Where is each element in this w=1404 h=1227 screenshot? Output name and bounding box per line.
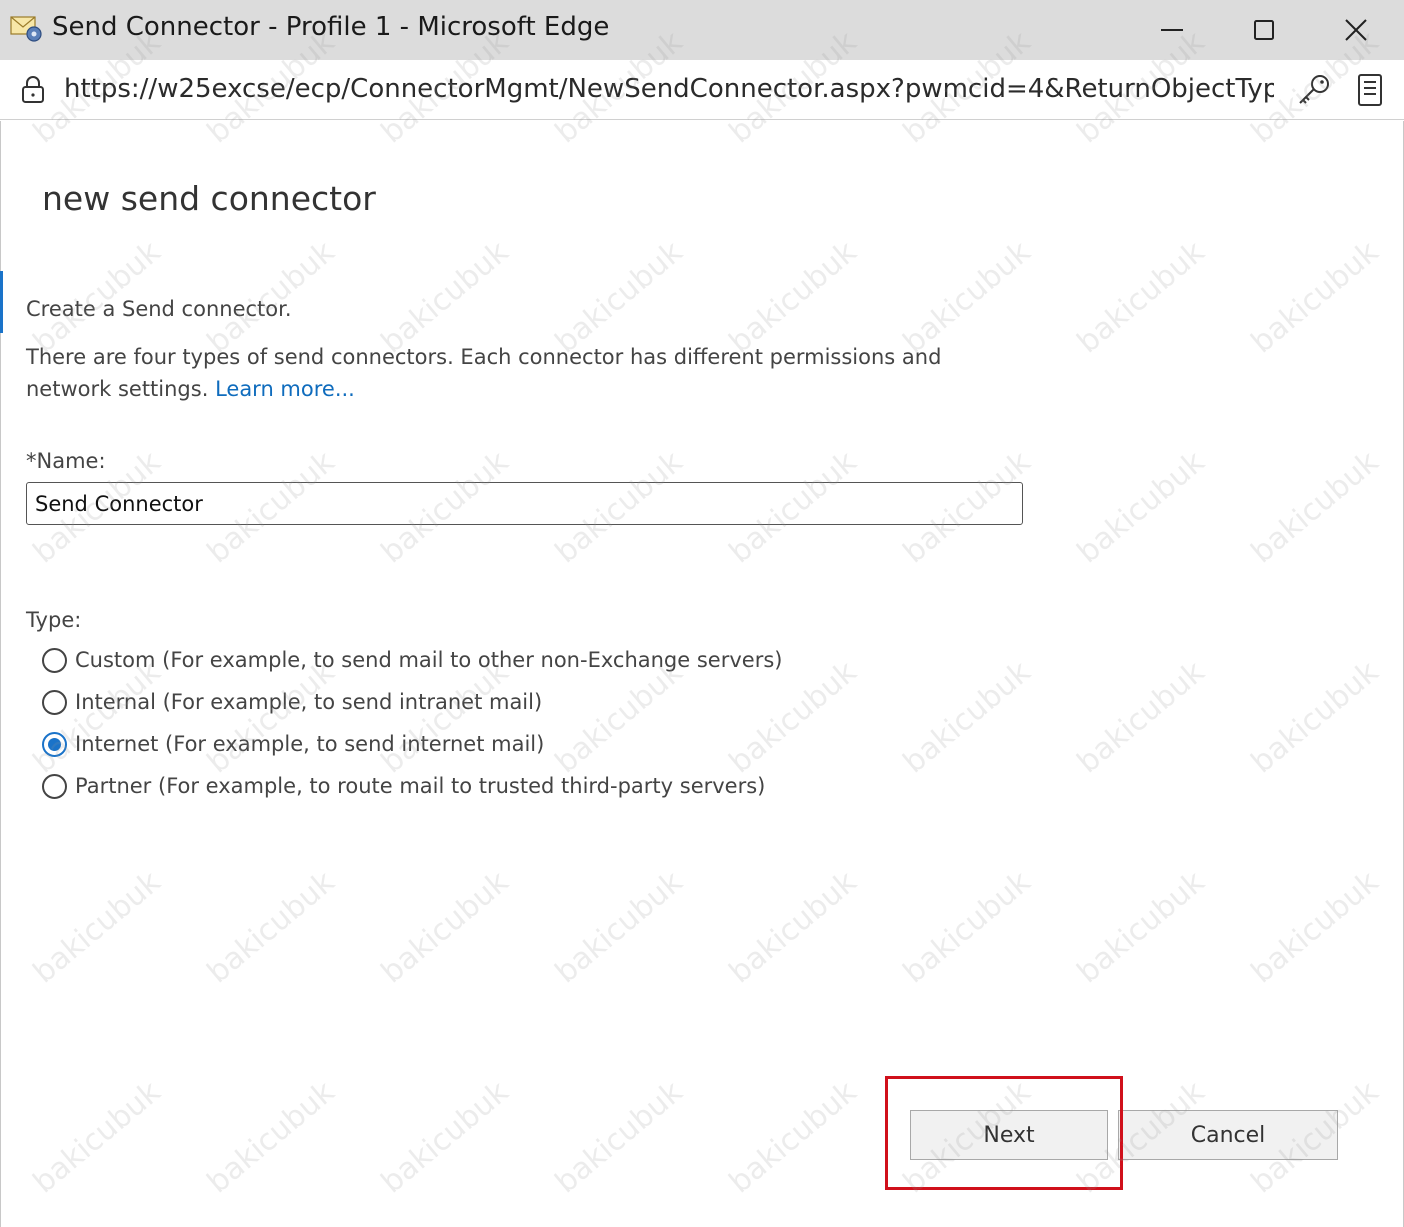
close-icon[interactable] <box>1336 10 1376 50</box>
type-option-label: Custom (For example, to send mail to oth… <box>75 648 783 672</box>
description-body: There are four types of send connectors.… <box>26 345 942 401</box>
window-titlebar: Send Connector - Profile 1 - Microsoft E… <box>0 0 1404 60</box>
cancel-button[interactable]: Cancel <box>1118 1110 1338 1160</box>
type-option-partner[interactable]: Partner (For example, to route mail to t… <box>42 771 765 801</box>
address-bar: https://w25excse/ecp/ConnectorMgmt/NewSe… <box>0 60 1404 120</box>
maximize-icon[interactable] <box>1244 10 1284 50</box>
type-option-label: Partner (For example, to route mail to t… <box>75 774 766 798</box>
learn-more-link[interactable]: Learn more... <box>215 377 355 401</box>
next-button[interactable]: Next <box>910 1110 1108 1160</box>
type-option-custom[interactable]: Custom (For example, to send mail to oth… <box>42 645 782 675</box>
type-option-label: Internet (For example, to send internet … <box>75 732 545 756</box>
radio-internal[interactable] <box>42 689 67 715</box>
type-label: Type: <box>26 608 82 632</box>
name-label: *Name: <box>26 449 106 473</box>
type-option-internal[interactable]: Internal (For example, to send intranet … <box>42 687 542 717</box>
type-option-label: Internal (For example, to send intranet … <box>75 690 543 714</box>
reader-view-icon[interactable] <box>1354 72 1386 108</box>
minimize-icon[interactable] <box>1152 10 1192 50</box>
lock-icon[interactable] <box>18 74 48 106</box>
page-title: new send connector <box>42 179 376 218</box>
radio-custom[interactable] <box>42 647 67 673</box>
name-input[interactable] <box>26 482 1023 525</box>
radio-partner[interactable] <box>42 773 67 799</box>
window-title: Send Connector - Profile 1 - Microsoft E… <box>52 12 610 42</box>
key-icon[interactable] <box>1294 72 1334 108</box>
intro-text: Create a Send connector. <box>26 297 292 321</box>
url-field[interactable]: https://w25excse/ecp/ConnectorMgmt/NewSe… <box>64 74 1274 104</box>
focus-accent <box>0 271 3 333</box>
type-option-internet[interactable]: Internet (For example, to send internet … <box>42 729 544 759</box>
radio-internet[interactable] <box>42 731 67 757</box>
dialog-content: new send connector Create a Send connect… <box>0 121 1404 1227</box>
description-text: There are four types of send connectors.… <box>26 341 966 405</box>
mail-settings-icon <box>10 16 42 42</box>
